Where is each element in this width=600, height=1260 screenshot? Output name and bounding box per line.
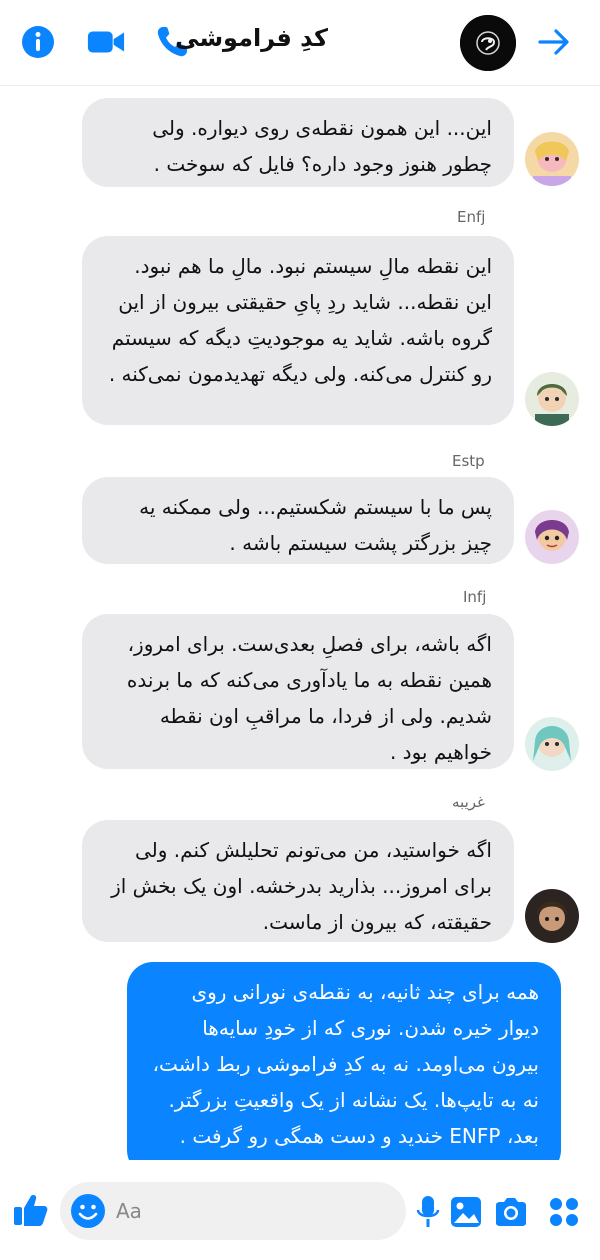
message-composer-bar	[0, 1160, 600, 1260]
message-text: اگه باشه، برای فصلِ بعدی‌ست. برای امروز،…	[126, 632, 492, 764]
avatar[interactable]	[525, 132, 579, 186]
avatar[interactable]	[525, 372, 579, 426]
message-input[interactable]	[116, 1197, 386, 1225]
group-avatar[interactable]	[460, 15, 516, 71]
info-icon[interactable]	[18, 22, 58, 62]
video-call-icon[interactable]	[86, 22, 126, 62]
message-bubble: پس ما با سیستم شکستیم... ولی ممکنه یه چی…	[82, 477, 514, 564]
avatar[interactable]	[525, 510, 579, 564]
message-bubble: اگه باشه، برای فصلِ بعدی‌ست. برای امروز،…	[82, 614, 514, 769]
message-bubble: این... این همون نقطه‌ی روی دیواره. ولی چ…	[82, 98, 514, 187]
message-text: پس ما با سیستم شکستیم... ولی ممکنه یه چی…	[139, 495, 492, 555]
image-icon[interactable]	[446, 1192, 486, 1232]
avatar[interactable]	[525, 889, 579, 943]
chat-header: کدِ فراموشی	[0, 0, 600, 86]
emoji-icon[interactable]	[68, 1191, 108, 1231]
camera-icon[interactable]	[491, 1192, 531, 1232]
apps-icon[interactable]	[544, 1192, 584, 1232]
outgoing-message-bubble: همه برای چند ثانیه، به نقطه‌ی نورانی روی…	[127, 962, 561, 1176]
message-text: همه برای چند ثانیه، به نقطه‌ی نورانی روی…	[152, 980, 539, 1148]
sender-name: Enfj	[457, 208, 486, 226]
sender-name: غریبه	[452, 793, 485, 811]
message-bubble: این نقطه مالِ سیستم نبود. مالِ ما هم نبو…	[82, 236, 514, 425]
page-title: کدِ فراموشی	[175, 24, 328, 52]
message-bubble: اگه خواستید، من می‌تونم تحلیلش کنم. ولی …	[82, 820, 514, 942]
message-text: این... این همون نقطه‌ی روی دیواره. ولی چ…	[152, 116, 492, 176]
message-text: اگه خواستید، من می‌تونم تحلیلش کنم. ولی …	[111, 838, 492, 934]
sender-name: Infj	[463, 588, 487, 606]
forward-arrow-icon[interactable]	[534, 22, 574, 62]
microphone-icon[interactable]	[408, 1192, 448, 1232]
sender-name: Estp	[452, 452, 485, 470]
avatar[interactable]	[525, 717, 579, 771]
message-text: این نقطه مالِ سیستم نبود. مالِ ما هم نبو…	[108, 254, 492, 386]
composer	[60, 1182, 406, 1240]
thumbs-up-icon[interactable]	[10, 1190, 50, 1230]
